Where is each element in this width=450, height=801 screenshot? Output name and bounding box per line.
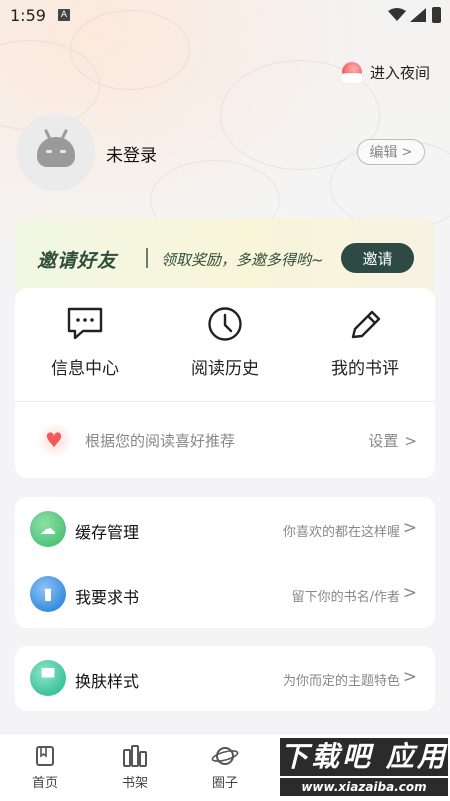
chevron-right-icon: > xyxy=(401,144,413,160)
menu-row-skin-style[interactable]: ▀ 换肤样式 为你而定的主题特色 > xyxy=(15,646,435,711)
message-icon xyxy=(67,307,103,340)
quick-action-reading-history[interactable]: 阅读历史 xyxy=(155,306,295,379)
pencil-icon xyxy=(351,310,381,339)
status-time: 1:59 xyxy=(10,6,46,25)
shirt-icon: ▀ xyxy=(30,660,66,696)
recommend-row[interactable]: ♥ 根据您的阅读喜好推荐 设置 > xyxy=(15,402,435,478)
quick-action-label: 信息中心 xyxy=(51,359,119,379)
invite-banner[interactable]: 邀请好友 领取奖励，多邀多得哟~ 邀请 xyxy=(15,218,435,298)
night-mode-label: 进入夜间 xyxy=(369,63,430,82)
quick-action-label: 我的书评 xyxy=(331,359,399,379)
nav-item-circle[interactable]: 圈子 xyxy=(195,744,255,791)
invite-button[interactable]: 邀请 xyxy=(341,243,414,273)
nav-label: 圈子 xyxy=(211,776,238,791)
wifi-icon xyxy=(388,8,406,21)
quick-action-my-reviews[interactable]: 我的书评 xyxy=(295,306,435,379)
invite-divider xyxy=(146,248,148,268)
status-bar: 1:59 A xyxy=(0,0,450,32)
recommend-setting-button[interactable]: 设置 > xyxy=(368,430,417,451)
nav-item-home[interactable]: 首页 xyxy=(15,744,75,791)
quick-actions-card: 信息中心 阅读历史 我的书评 ♥ 根据您的阅读喜好推荐 设置 > xyxy=(15,288,435,478)
menu-card: ☁ 缓存管理 你喜欢的都在这样喔 > ▮ 我要求书 留下你的书名/作者 > xyxy=(15,497,435,628)
menu-row-request-book[interactable]: ▮ 我要求书 留下你的书名/作者 > xyxy=(15,562,435,627)
menu-row-hint: 为你而定的主题特色 xyxy=(282,674,400,689)
nav-label: 书架 xyxy=(121,776,148,791)
signal-icon xyxy=(410,8,426,22)
edit-label: 编辑 xyxy=(369,145,398,161)
bookshelf-icon xyxy=(123,745,147,767)
cloud-download-icon: ☁ xyxy=(30,511,66,547)
chevron-right-icon: > xyxy=(402,518,417,538)
book-icon: ▮ xyxy=(30,576,66,612)
menu-row-label: 换肤样式 xyxy=(75,672,140,691)
menu-row-hint: 你喜欢的都在这样喔 xyxy=(282,525,400,540)
watermark-url: www.xiazaiba.com xyxy=(280,778,448,796)
invite-subtitle: 领取奖励，多邀多得哟~ xyxy=(161,251,324,269)
skin-card: ▀ 换肤样式 为你而定的主题特色 > xyxy=(15,646,435,711)
menu-row-hint: 留下你的书名/作者 xyxy=(291,590,400,605)
chevron-right-icon: > xyxy=(402,583,417,603)
chevron-right-icon: > xyxy=(402,667,417,687)
watermark-logo: 下载吧 应用 www.xiazaiba.com xyxy=(280,738,448,798)
home-icon xyxy=(36,746,54,766)
robot-avatar-icon xyxy=(37,137,75,167)
clock-icon xyxy=(208,307,242,341)
battery-icon xyxy=(432,7,441,23)
nav-label: 首页 xyxy=(31,776,58,791)
night-mode-button[interactable]: 进入夜间 xyxy=(339,60,430,84)
watermark-text: 下载吧 应用 xyxy=(280,738,448,776)
menu-row-cache-management[interactable]: ☁ 缓存管理 你喜欢的都在这样喔 > xyxy=(15,497,435,562)
nav-item-bookshelf[interactable]: 书架 xyxy=(105,744,165,791)
menu-row-label: 缓存管理 xyxy=(75,523,140,542)
recommend-text: 根据您的阅读喜好推荐 xyxy=(85,432,236,450)
night-mode-icon xyxy=(339,62,364,84)
planet-icon xyxy=(211,747,239,765)
login-status[interactable]: 未登录 xyxy=(106,141,157,166)
heart-icon: ♥ xyxy=(37,422,73,458)
quick-action-label: 阅读历史 xyxy=(191,359,259,379)
notification-icon: A xyxy=(58,9,70,21)
edit-profile-button[interactable]: 编辑 > xyxy=(357,139,425,165)
menu-row-label: 我要求书 xyxy=(75,588,140,607)
quick-action-message-center[interactable]: 信息中心 xyxy=(15,306,155,379)
invite-title: 邀请好友 xyxy=(37,250,118,272)
avatar[interactable] xyxy=(17,113,95,191)
